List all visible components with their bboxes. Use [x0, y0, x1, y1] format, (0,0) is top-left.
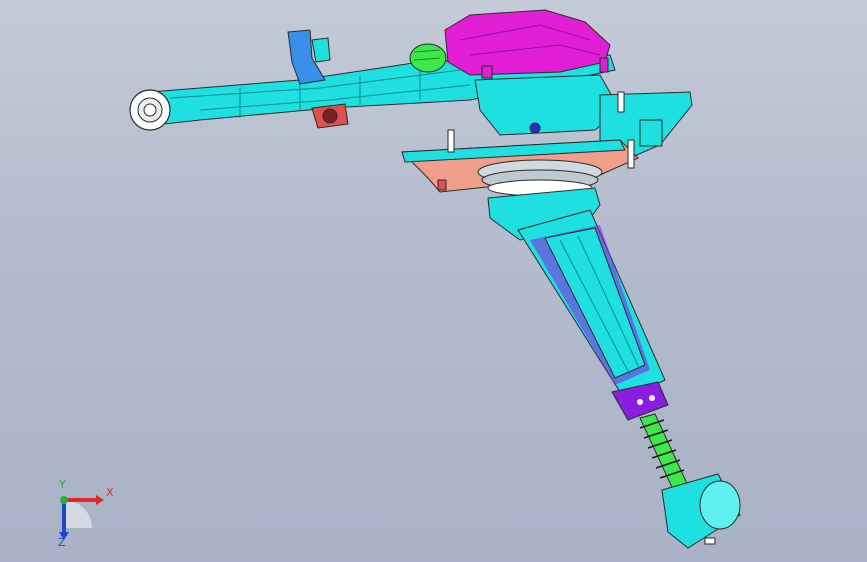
y-axis-label: Y — [59, 478, 66, 491]
green-boot[interactable] — [409, 43, 447, 73]
3d-viewport[interactable]: X Y Z — [0, 0, 867, 562]
blue-bracket[interactable] — [287, 29, 331, 85]
red-bushing[interactable] — [311, 103, 349, 129]
z-axis-label: Z — [58, 536, 66, 549]
cad-model-render[interactable] — [0, 0, 867, 562]
axis-triad: X Y Z — [44, 478, 124, 550]
strut-body[interactable] — [487, 187, 666, 401]
upper-mount-body[interactable] — [474, 74, 621, 136]
x-axis-label: X — [106, 486, 114, 499]
ball-joint-eye[interactable] — [129, 89, 171, 131]
